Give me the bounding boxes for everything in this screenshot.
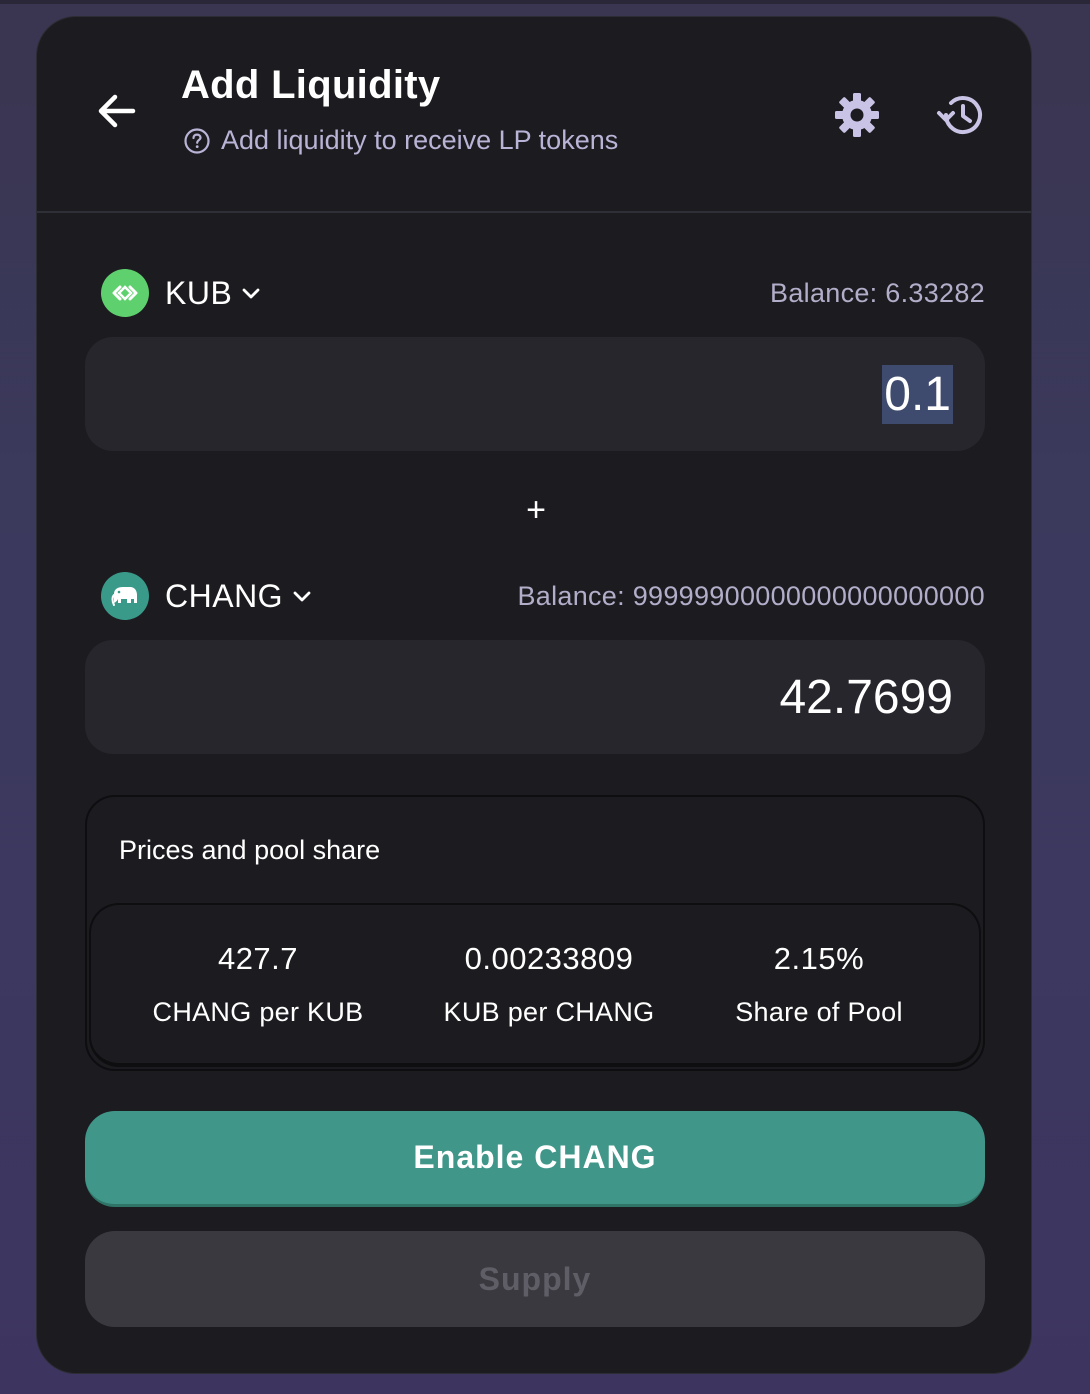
token-a-amount-value: 0.1 xyxy=(882,364,953,424)
plus-separator: + xyxy=(526,491,546,529)
pool-stats: 427.7 CHANG per KUB 0.00233809 KUB per C… xyxy=(89,903,981,1067)
window-top-edge xyxy=(0,0,1090,4)
prices-pool-share-panel: Prices and pool share 427.7 CHANG per KU… xyxy=(85,795,985,1071)
kub-logo-icon xyxy=(101,269,149,317)
token-b-balance: Balance: 99999900000000000000000 xyxy=(517,580,985,611)
add-liquidity-card: Add Liquidity Add liquidity to receive L… xyxy=(36,16,1032,1374)
chang-elephant-logo-icon xyxy=(101,572,149,620)
back-arrow-icon[interactable] xyxy=(93,87,141,135)
page-title: Add Liquidity xyxy=(181,63,441,107)
token-a-selector[interactable]: KUB xyxy=(101,269,262,317)
subtitle-text: Add liquidity to receive LP tokens xyxy=(221,125,619,155)
token-b-amount-box[interactable]: 42.7699 xyxy=(85,640,985,754)
stat-label: CHANG per KUB xyxy=(152,997,364,1027)
settings-gear-icon[interactable] xyxy=(833,91,881,139)
stat-value: 427.7 xyxy=(217,941,299,976)
token-a-symbol: KUB xyxy=(165,274,233,311)
stat-label: KUB per CHANG xyxy=(443,997,655,1027)
stat-value: 0.00233809 xyxy=(464,941,634,976)
stat-share-of-pool: 2.15% Share of Pool xyxy=(711,941,927,1028)
token-a-amount-box[interactable]: 0.1 xyxy=(85,337,985,451)
chevron-down-icon xyxy=(242,288,260,299)
token-b-amount-input[interactable]: 42.7699 xyxy=(353,670,953,725)
history-icon[interactable] xyxy=(935,91,987,139)
supply-button[interactable]: Supply xyxy=(85,1231,985,1327)
stat-kub-per-chang: 0.00233809 KUB per CHANG xyxy=(429,941,669,1028)
token-b-selector[interactable]: CHANG xyxy=(101,572,313,620)
help-circle-icon[interactable] xyxy=(183,127,211,155)
token-a-amount-input[interactable]: 0.1 xyxy=(353,364,953,424)
token-a-balance: Balance: 6.33282 xyxy=(770,277,985,308)
token-b-row: CHANG Balance: 99999900000000000000000 xyxy=(101,568,985,624)
pool-panel-title: Prices and pool share xyxy=(119,835,381,865)
stat-value: 2.15% xyxy=(773,941,865,976)
token-a-row: KUB Balance: 6.33282 xyxy=(101,265,985,321)
card-header: Add Liquidity Add liquidity to receive L… xyxy=(37,17,1031,213)
chevron-down-icon xyxy=(293,591,311,602)
stat-label: Share of Pool xyxy=(735,997,903,1027)
token-b-symbol: CHANG xyxy=(165,577,284,614)
page-subtitle: Add liquidity to receive LP tokens xyxy=(183,125,618,156)
enable-token-button[interactable]: Enable CHANG xyxy=(85,1111,985,1207)
stat-chang-per-kub: 427.7 CHANG per KUB xyxy=(145,941,371,1028)
